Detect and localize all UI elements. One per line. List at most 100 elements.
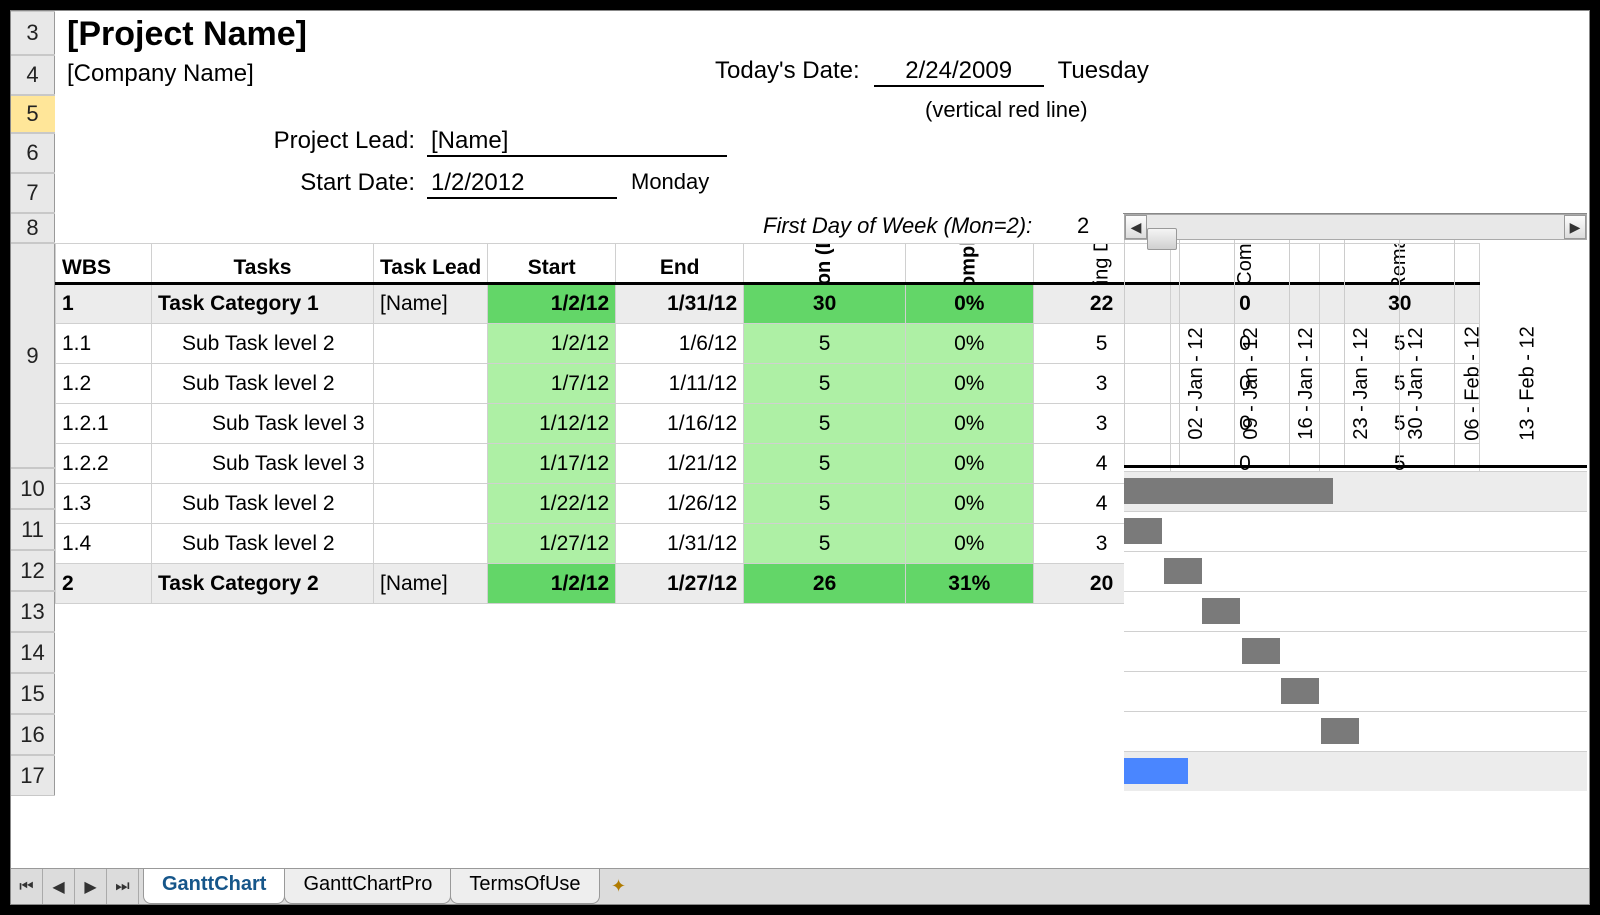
cell-task-name[interactable]: Sub Task level 3 [152,404,374,444]
cell-task-lead[interactable] [374,484,488,524]
cell-start[interactable]: 1/2/12 [488,564,616,604]
gantt-week-header[interactable]: 13 - Feb - 12 [1454,240,1509,465]
row-header-12[interactable]: 12 [11,550,55,591]
row-header-11[interactable]: 11 [11,509,55,550]
gantt-bar[interactable] [1124,758,1188,784]
row-header-10[interactable]: 10 [11,468,55,509]
gantt-bar[interactable] [1281,678,1319,704]
cell-end[interactable]: 1/26/12 [616,484,744,524]
cell-task-name[interactable]: Sub Task level 2 [152,324,374,364]
row-header-9[interactable]: 9 [11,243,55,468]
row-header-13[interactable]: 13 [11,591,55,632]
cell-duration[interactable]: 5 [744,364,906,404]
tab-nav-first[interactable]: ⏮ [11,869,43,904]
cell-start[interactable]: 1/17/12 [488,444,616,484]
gantt-bar[interactable] [1202,598,1240,624]
row-header-17[interactable]: 17 [11,755,55,796]
cell-start[interactable]: 1/7/12 [488,364,616,404]
cell-pct-complete[interactable]: 0% [906,284,1033,324]
cell-wbs[interactable]: 1.2.2 [56,444,152,484]
scroll-left-button[interactable]: ◀ [1125,215,1147,239]
cell-start[interactable]: 1/27/12 [488,524,616,564]
cell-duration[interactable]: 26 [744,564,906,604]
gantt-week-header[interactable]: 09 - Jan - 12 [1179,240,1234,465]
col-tasks[interactable]: Tasks [152,244,374,284]
col-pct-complete[interactable]: % Complete [958,244,981,284]
row-header-7[interactable]: 7 [11,173,55,213]
tab-nav-next[interactable]: ▶ [75,869,107,904]
col-duration[interactable]: Duration (Days) [813,244,836,284]
cell-task-name[interactable]: Sub Task level 3 [152,444,374,484]
gantt-week-header[interactable]: 23 - Jan - 12 [1289,240,1344,465]
gantt-week-header[interactable]: 02 - Jan - 12 [1124,240,1179,465]
scroll-right-button[interactable]: ▶ [1564,215,1586,239]
cell-task-lead[interactable] [374,364,488,404]
cell-wbs[interactable]: 1 [56,284,152,324]
row-header-15[interactable]: 15 [11,673,55,714]
sheet-tab-termsofuse[interactable]: TermsOfUse [450,869,599,904]
cell-start[interactable]: 1/12/12 [488,404,616,444]
cell-wbs[interactable]: 1.4 [56,524,152,564]
cell-task-lead[interactable] [374,524,488,564]
row-header-14[interactable]: 14 [11,632,55,673]
cell-task-name[interactable]: Task Category 1 [152,284,374,324]
cell-task-lead[interactable] [374,444,488,484]
cell-start[interactable]: 1/22/12 [488,484,616,524]
col-wbs[interactable]: WBS [56,244,152,284]
cell-wbs[interactable]: 1.2.1 [56,404,152,444]
project-lead-value[interactable]: [Name] [427,127,727,157]
cell-pct-complete[interactable]: 0% [906,404,1033,444]
gantt-week-header[interactable]: 06 - Feb - 12 [1399,240,1454,465]
cell-duration[interactable]: 5 [744,484,906,524]
cell-pct-complete[interactable]: 0% [906,484,1033,524]
cell-end[interactable]: 1/27/12 [616,564,744,604]
gantt-bar[interactable] [1124,518,1162,544]
cell-pct-complete[interactable]: 0% [906,324,1033,364]
new-sheet-button[interactable]: ✦ [599,876,639,897]
tab-nav-last[interactable]: ⏭ [107,869,139,904]
cell-end[interactable]: 1/11/12 [616,364,744,404]
gantt-week-header[interactable]: 16 - Jan - 12 [1234,240,1289,465]
cell-end[interactable]: 1/31/12 [616,524,744,564]
start-date-value[interactable]: 1/2/2012 [427,169,617,199]
cell-wbs[interactable]: 1.3 [56,484,152,524]
col-working-days[interactable]: Working Days [1090,244,1113,284]
cell-task-name[interactable]: Sub Task level 2 [152,484,374,524]
cell-duration[interactable]: 5 [744,404,906,444]
cell-end[interactable]: 1/6/12 [616,324,744,364]
cell-end[interactable]: 1/16/12 [616,404,744,444]
cell-task-name[interactable]: Sub Task level 2 [152,524,374,564]
cell-task-lead[interactable]: [Name] [374,284,488,324]
row-header-8[interactable]: 8 [11,213,55,243]
gantt-scrollbar[interactable]: ◀ ▶ [1124,214,1587,240]
col-task-lead[interactable]: Task Lead [374,244,488,284]
first-day-of-week-value[interactable]: 2 [1077,213,1089,239]
gantt-bar[interactable] [1164,558,1202,584]
cell-end[interactable]: 1/21/12 [616,444,744,484]
row-header-6[interactable]: 6 [11,133,55,173]
cell-duration[interactable]: 30 [744,284,906,324]
cell-pct-complete[interactable]: 0% [906,444,1033,484]
cell-task-name[interactable]: Sub Task level 2 [152,364,374,404]
cell-task-name[interactable]: Task Category 2 [152,564,374,604]
row-header-16[interactable]: 16 [11,714,55,755]
cell-start[interactable]: 1/2/12 [488,324,616,364]
gantt-week-header[interactable]: 30 - Jan - 12 [1344,240,1399,465]
col-end[interactable]: End [616,244,744,284]
cell-start[interactable]: 1/2/12 [488,284,616,324]
sheet-tab-ganttchartpro[interactable]: GanttChartPro [284,869,451,904]
col-start[interactable]: Start [488,244,616,284]
cell-task-lead[interactable]: [Name] [374,564,488,604]
cell-task-lead[interactable] [374,324,488,364]
today-date-value[interactable]: 2/24/2009 [874,57,1044,87]
cell-duration[interactable]: 5 [744,524,906,564]
project-title[interactable]: [Project Name] [67,11,1577,54]
cell-wbs[interactable]: 2 [56,564,152,604]
row-header-3[interactable]: 3 [11,11,55,55]
gantt-bar[interactable] [1321,718,1359,744]
cell-pct-complete[interactable]: 31% [906,564,1033,604]
gantt-bar[interactable] [1242,638,1280,664]
row-header-4[interactable]: 4 [11,55,55,95]
cell-duration[interactable]: 5 [744,444,906,484]
cell-wbs[interactable]: 1.1 [56,324,152,364]
